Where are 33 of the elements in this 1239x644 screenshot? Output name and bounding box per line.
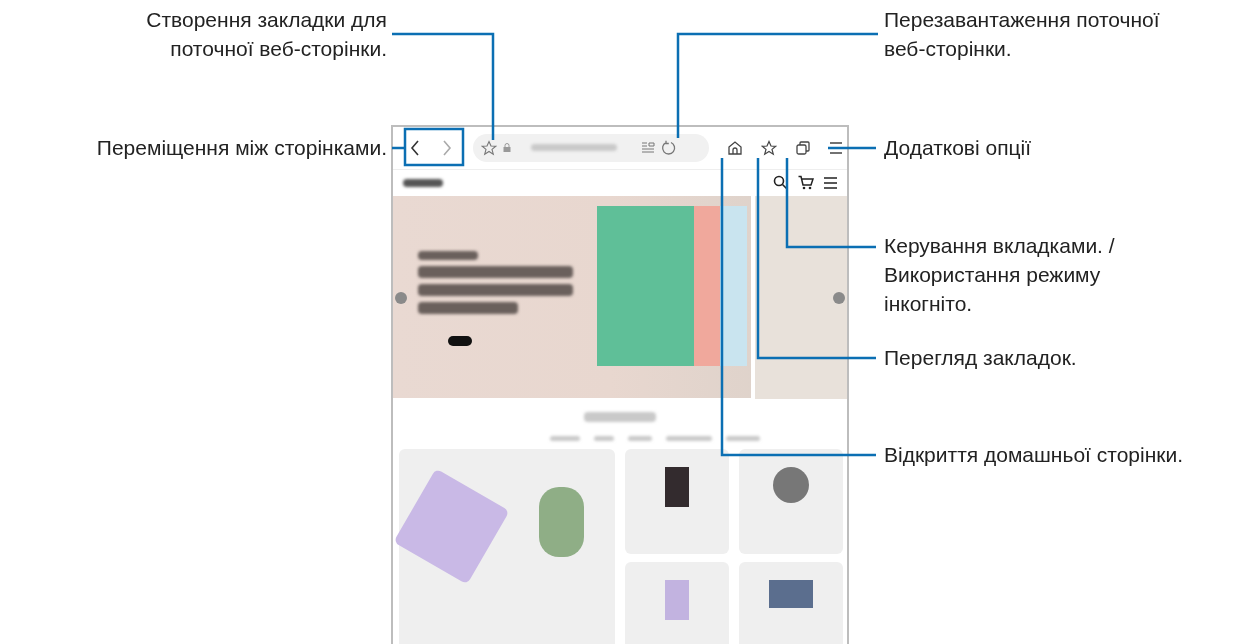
callout-text: Керування вкладками. / Використання режиму інкогніто. (884, 233, 1115, 317)
callout-text: Перезавантаження поточної веб-сторінки. (884, 7, 1160, 62)
menu-icon[interactable] (829, 141, 843, 154)
home-icon[interactable] (727, 139, 743, 156)
cart-icon[interactable] (798, 175, 814, 191)
carousel-prev-button[interactable] (395, 291, 407, 304)
address-bar[interactable] (473, 133, 709, 162)
leader-line (392, 146, 405, 150)
leader-line (828, 146, 876, 150)
lock-icon (503, 143, 511, 153)
phone-drawing (665, 467, 689, 507)
callout-text: Перегляд закладок. (884, 345, 1077, 371)
blurred-logo (403, 178, 443, 187)
highlight-frame (403, 127, 465, 167)
callout-text: Додаткові опції (884, 135, 1032, 161)
callout-text: Відкриття домашньої сторінки. (884, 442, 1183, 468)
star-icon[interactable] (481, 139, 497, 156)
blurred-text (418, 250, 478, 260)
watch-drawing (773, 467, 809, 503)
fridge-drawing (665, 580, 689, 620)
search-icon[interactable] (773, 175, 788, 191)
tabs-icon[interactable] (795, 139, 811, 156)
tv-drawing (769, 580, 813, 608)
reader-icon[interactable] (641, 141, 655, 154)
product-card[interactable] (625, 449, 729, 554)
blurred-heading (584, 412, 656, 422)
reload-icon[interactable] (661, 139, 677, 156)
watch-drawing (539, 487, 584, 557)
menu-icon[interactable] (824, 176, 837, 189)
callout-text: Створення закладки для поточної веб-сторінки. (146, 7, 387, 62)
bookmarks-icon[interactable] (761, 139, 777, 156)
blurred-button[interactable] (448, 335, 472, 346)
callout-text: Переміщення між сторінками. (96, 135, 387, 161)
